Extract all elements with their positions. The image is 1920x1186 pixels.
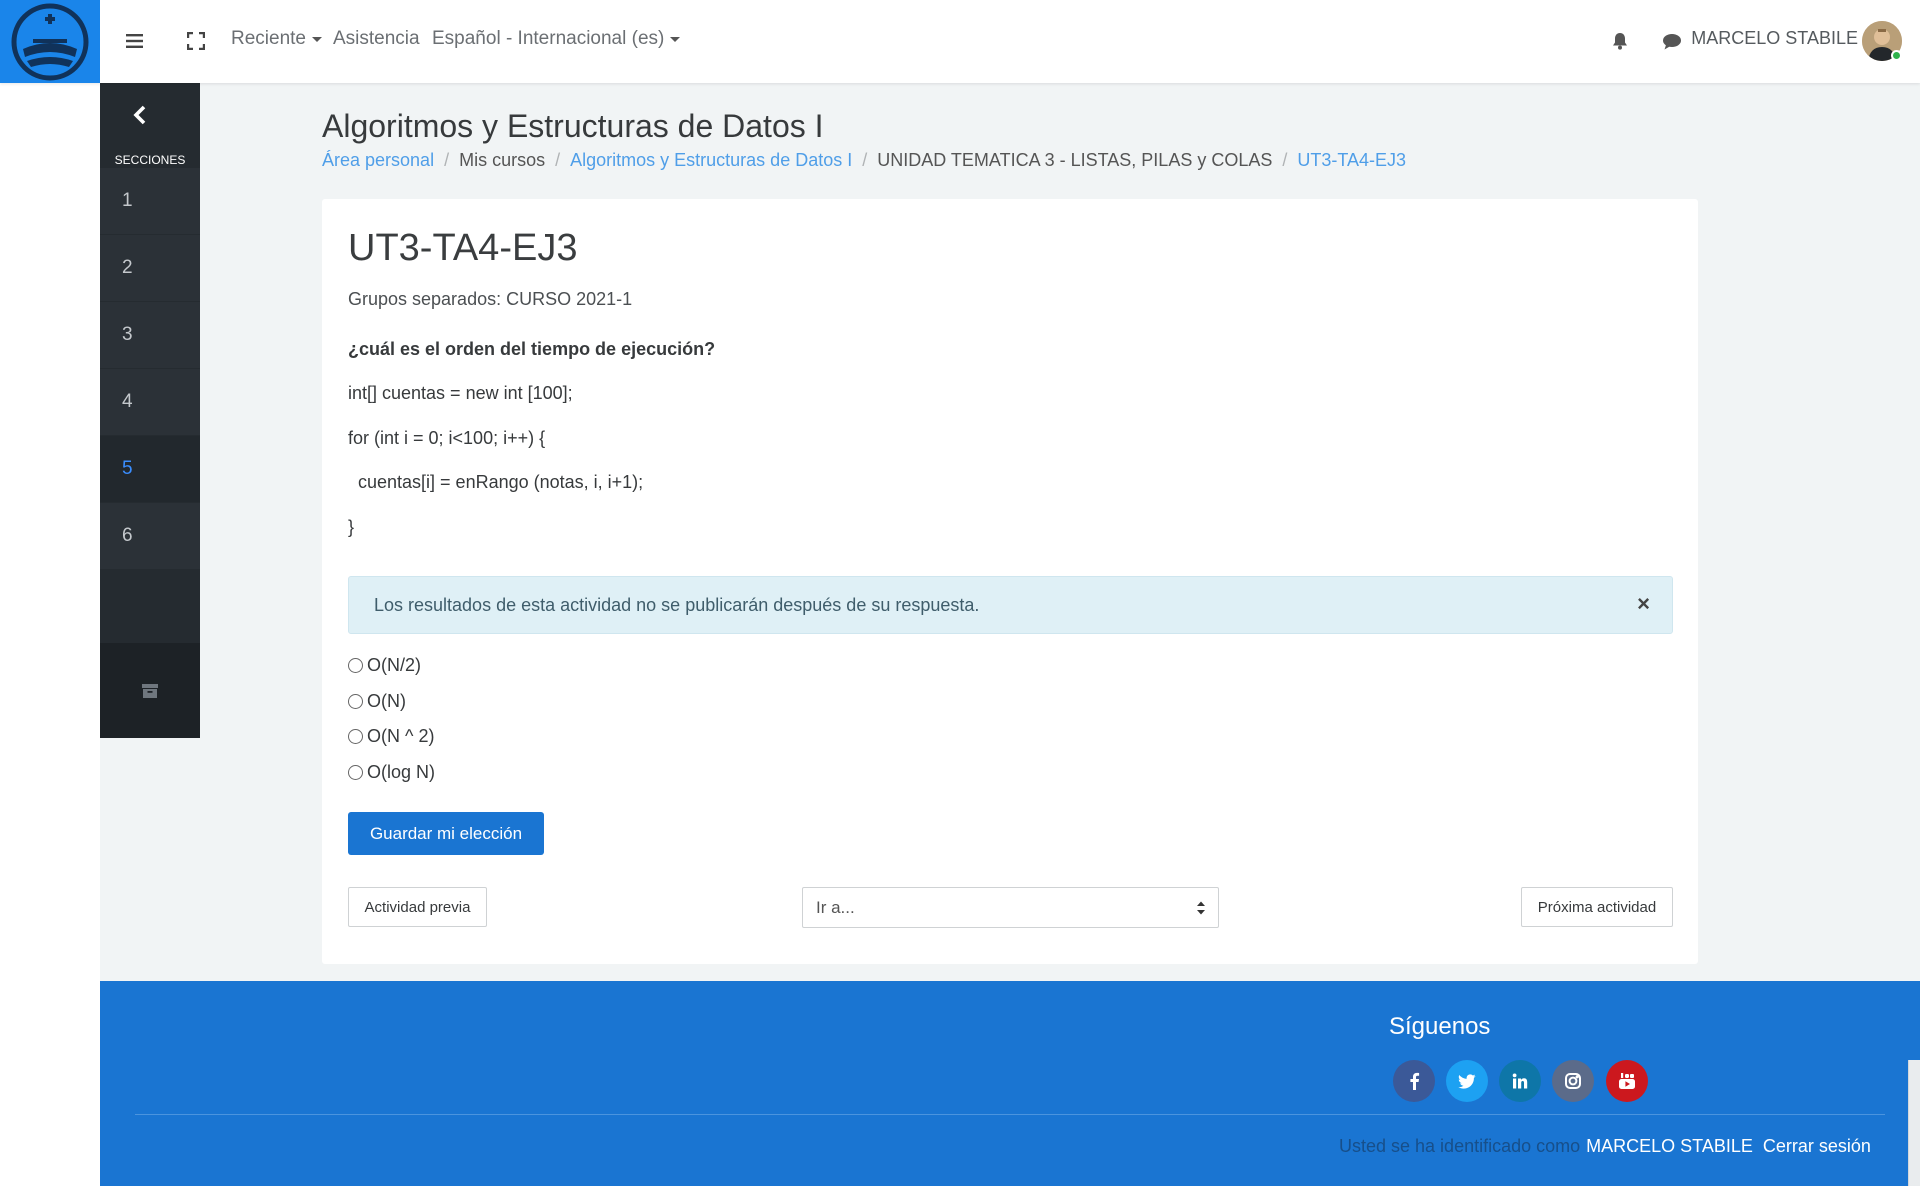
choice-option[interactable]: O(N): [348, 689, 406, 713]
page-title: Algoritmos y Estructuras de Datos I: [322, 108, 824, 144]
choice-option-label: O(N/2): [367, 654, 421, 675]
section-item-3[interactable]: 3: [100, 302, 200, 368]
left-margin: [0, 83, 100, 1186]
caret-down-icon: [312, 36, 322, 42]
drawer-title: SECCIONES: [114, 153, 186, 167]
section-number: 4: [122, 391, 133, 412]
choice-option-label: O(log N): [367, 761, 436, 782]
jump-to-select[interactable]: Ir a...: [802, 887, 1219, 928]
radio-button[interactable]: [348, 764, 363, 780]
course-sections-drawer: SECCIONES 1 2 3 4 5 6: [100, 83, 200, 738]
youtube-link[interactable]: [1606, 1060, 1648, 1102]
breadcrumb-item-activity[interactable]: UT3-TA4-EJ3: [1297, 150, 1406, 171]
linkedin-link[interactable]: [1499, 1060, 1541, 1102]
breadcrumb-separator: /: [555, 150, 561, 170]
hamburger-icon: [126, 34, 143, 48]
choice-option[interactable]: O(log N): [348, 760, 435, 784]
section-number: 3: [122, 324, 133, 345]
site-logo[interactable]: [0, 0, 100, 83]
choice-option-label: O(N): [367, 690, 406, 711]
expand-icon: [187, 32, 205, 50]
info-alert: Los resultados de esta actividad no se p…: [348, 576, 1673, 634]
twitter-icon: [1458, 1073, 1476, 1089]
youtube-icon: [1619, 1073, 1635, 1089]
top-navbar: Reciente Asistencia Español - Internacio…: [0, 0, 1920, 83]
menu-toggle-button[interactable]: [120, 26, 150, 56]
section-item-4[interactable]: 4: [100, 369, 200, 435]
radio-button[interactable]: [348, 657, 363, 673]
activity-title: UT3-TA4-EJ3: [348, 227, 578, 269]
section-number: 1: [122, 190, 133, 211]
language-label: Español - Internacional (es): [432, 28, 665, 49]
profile-link[interactable]: MARCELO STABILE: [1586, 1136, 1753, 1157]
breadcrumb-item-course[interactable]: Algoritmos y Estructuras de Datos I: [570, 150, 852, 171]
facebook-icon: [1410, 1072, 1420, 1090]
page-footer: Síguenos Usted se ha identificado como M…: [100, 981, 1920, 1186]
footer-divider: [135, 1114, 1885, 1115]
chat-icon: [1663, 33, 1681, 49]
section-number: 2: [122, 257, 133, 278]
section-item-2[interactable]: 2: [100, 235, 200, 301]
code-line: }: [348, 517, 355, 537]
jump-to-value: Ir a...: [816, 897, 855, 917]
breadcrumb-separator: /: [1282, 150, 1288, 170]
notifications-button[interactable]: [1605, 26, 1635, 56]
linkedin-icon: [1512, 1073, 1528, 1089]
code-line: int[] cuentas = new int [100];: [348, 383, 573, 403]
logout-link[interactable]: Cerrar sesión: [1763, 1136, 1871, 1157]
fullscreen-button[interactable]: [181, 26, 211, 56]
select-arrows-icon: [1197, 901, 1205, 915]
section-number: 6: [122, 525, 133, 546]
online-status-dot: [1891, 50, 1902, 61]
code-line: cuentas[i] = enRango (notas, i, i+1);: [348, 472, 644, 492]
radio-button[interactable]: [348, 693, 363, 709]
follow-us-heading: Síguenos: [1389, 1013, 1491, 1040]
help-link[interactable]: Asistencia: [333, 28, 420, 50]
radio-button[interactable]: [348, 728, 363, 744]
archive-icon[interactable]: [142, 683, 158, 698]
login-info: Usted se ha identificado como MARCELO ST…: [1339, 1136, 1871, 1157]
recent-label: Reciente: [231, 28, 306, 49]
breadcrumb-separator: /: [862, 150, 868, 170]
logged-in-text: Usted se ha identificado como: [1339, 1136, 1581, 1156]
choice-option-label: O(N ^ 2): [367, 725, 435, 746]
breadcrumb-separator: /: [444, 150, 450, 170]
drawer-collapse-button[interactable]: [120, 95, 160, 135]
messages-button[interactable]: [1657, 26, 1687, 56]
facebook-link[interactable]: [1393, 1060, 1435, 1102]
bell-icon: [1613, 33, 1627, 50]
alert-message: Los resultados de esta actividad no se p…: [374, 595, 980, 615]
instagram-link[interactable]: [1552, 1060, 1594, 1102]
group-mode-text: Grupos separados: CURSO 2021-1: [348, 289, 633, 309]
section-item-1[interactable]: 1: [100, 168, 200, 234]
code-line: for (int i = 0; i<100; i++) {: [348, 428, 546, 448]
next-activity-button[interactable]: Próxima actividad: [1521, 887, 1673, 927]
chevron-left-icon: [133, 105, 146, 125]
choice-option[interactable]: O(N ^ 2): [348, 724, 434, 748]
close-icon[interactable]: ×: [1637, 591, 1650, 617]
drawer-footer: [100, 643, 200, 738]
caret-down-icon: [670, 36, 681, 42]
previous-activity-button[interactable]: Actividad previa: [348, 887, 487, 927]
help-label: Asistencia: [333, 28, 420, 49]
breadcrumb-item-my-courses: Mis cursos: [459, 150, 546, 170]
language-dropdown[interactable]: Español - Internacional (es): [432, 28, 681, 50]
section-item-6[interactable]: 6: [100, 503, 200, 569]
user-menu-name[interactable]: MARCELO STABILE: [1691, 28, 1858, 49]
twitter-link[interactable]: [1446, 1060, 1488, 1102]
breadcrumb-item-dashboard[interactable]: Área personal: [322, 150, 434, 171]
choice-question: ¿cuál es el orden del tiempo de ejecució…: [348, 339, 716, 359]
breadcrumb: Área personal / Mis cursos / Algoritmos …: [322, 150, 1406, 171]
save-choice-button[interactable]: Guardar mi elección: [348, 812, 544, 855]
scrollbar[interactable]: [1908, 1060, 1920, 1186]
section-number: 5: [122, 458, 133, 479]
instagram-icon: [1565, 1073, 1581, 1089]
logo-icon: [11, 3, 89, 80]
section-item-5[interactable]: 5: [100, 436, 200, 502]
activity-card: UT3-TA4-EJ3 Grupos separados: CURSO 2021…: [322, 199, 1698, 964]
breadcrumb-item-unit: UNIDAD TEMATICA 3 - LISTAS, PILAS y COLA…: [877, 150, 1273, 170]
choice-option[interactable]: O(N/2): [348, 653, 421, 677]
recent-dropdown[interactable]: Reciente: [231, 28, 322, 50]
